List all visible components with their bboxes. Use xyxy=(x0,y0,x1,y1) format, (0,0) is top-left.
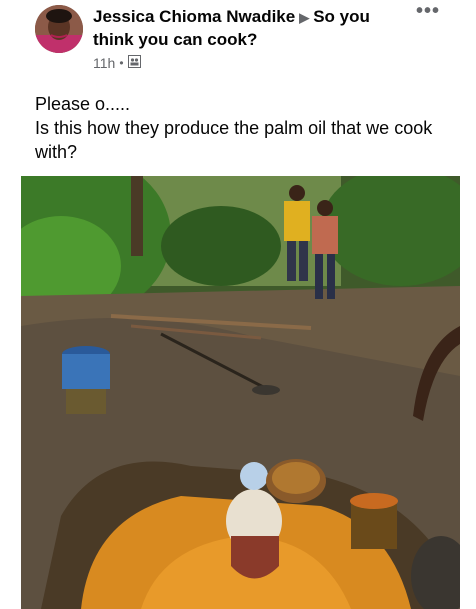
group-icon xyxy=(127,55,141,71)
post-text-line1: Please o..... xyxy=(35,94,131,114)
author-name[interactable]: Jessica Chioma Nwadike xyxy=(93,7,295,26)
post-photo[interactable] xyxy=(21,176,460,609)
play-arrow-icon: ▶ xyxy=(299,10,310,25)
author-avatar[interactable] xyxy=(35,5,83,53)
post-time[interactable]: 11h xyxy=(93,55,115,71)
meta-separator: • xyxy=(119,56,124,70)
post-body: Please o..... Is this how they produce t… xyxy=(35,92,445,164)
post-meta: 11h • xyxy=(93,55,141,71)
post-header: Jessica Chioma Nwadike ▶ So you think you … xyxy=(93,6,413,51)
more-options-icon[interactable]: ••• xyxy=(414,1,442,22)
post-text-line2: Is this how they produce the palm oil th… xyxy=(35,118,433,162)
